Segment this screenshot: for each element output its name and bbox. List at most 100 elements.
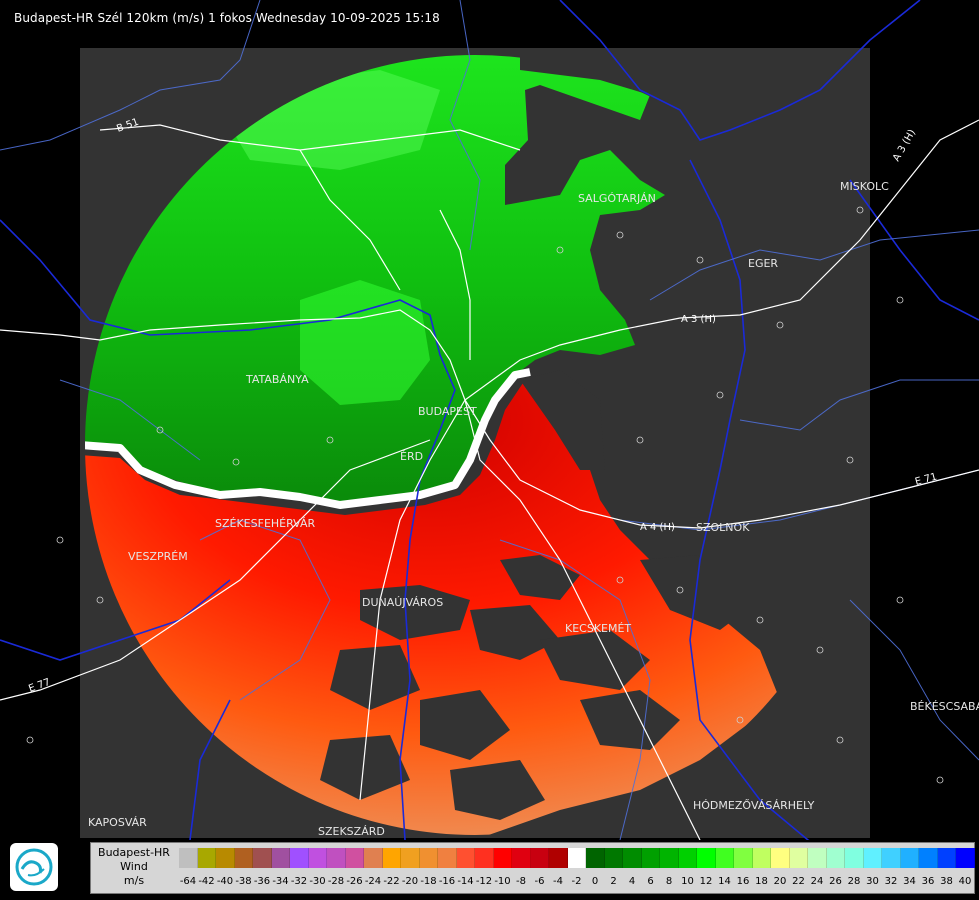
radar-map: BUDAPEST TATABÁNYA ÉRD SZÉKESFEHÉRVÁR VE…	[0, 0, 979, 840]
legend-swatch	[475, 848, 494, 868]
legend-tick-label: -34	[272, 876, 289, 887]
city-label-budapest: BUDAPEST	[418, 405, 477, 418]
legend-swatch	[530, 848, 549, 868]
legend-color-scale	[179, 848, 975, 868]
road-label-e77: E 77	[27, 677, 52, 695]
legend-swatch	[919, 848, 938, 868]
legend-tick-label: -16	[438, 876, 456, 887]
legend-tick-label: -10	[494, 876, 511, 887]
city-label-szekszard: SZEKSZÁRD	[318, 825, 385, 838]
legend-swatch	[364, 848, 383, 868]
legend-swatch	[549, 848, 568, 868]
city-label-kaposvar: KAPOSVÁR	[88, 816, 147, 829]
legend-tick-label: -26	[346, 876, 363, 887]
legend-tick-label: -40	[216, 876, 234, 887]
legend-tick-label: -64	[179, 876, 197, 887]
city-label-eger: EGER	[748, 257, 778, 270]
weather-service-logo-icon	[10, 843, 58, 891]
legend-swatch	[290, 848, 309, 868]
city-label-szolnok: SZOLNOK	[696, 521, 750, 534]
legend-tick-label: -8	[516, 876, 526, 887]
legend-tick-label: 38	[940, 876, 953, 887]
legend-swatch	[808, 848, 827, 868]
legend-swatch	[401, 848, 420, 868]
legend-tick-label: -30	[309, 876, 326, 887]
legend-tick-label: -24	[364, 876, 382, 887]
legend-tick-label: 10	[681, 876, 694, 887]
legend-swatch	[604, 848, 623, 868]
legend-tick-label: 30	[866, 876, 879, 887]
legend-swatch	[845, 848, 864, 868]
legend-tick-label: -4	[553, 876, 563, 887]
city-label-salgotarjan: SALGÓTARJÁN	[578, 192, 656, 205]
legend-tick-label: 18	[755, 876, 768, 887]
legend-swatch	[438, 848, 457, 868]
legend-tick-label: -18	[420, 876, 437, 887]
city-label-erd: ÉRD	[400, 450, 423, 463]
legend-tick-label: 12	[699, 876, 713, 887]
legend-swatch	[308, 848, 327, 868]
legend-swatch	[956, 848, 975, 868]
legend-swatch	[382, 848, 401, 868]
legend-label-radar: Budapest-HR	[98, 846, 170, 859]
legend-tick-label: -42	[198, 876, 215, 887]
legend-tick-label: -12	[475, 876, 493, 887]
legend-tick-label: -28	[327, 876, 345, 887]
legend-tick-label: 8	[665, 876, 673, 887]
legend-swatch	[882, 848, 901, 868]
legend-tick-label: 2	[610, 876, 617, 887]
legend-swatch	[567, 848, 586, 868]
legend-swatch	[752, 848, 771, 868]
legend-tick-label: -2	[571, 876, 582, 887]
legend-swatch	[234, 848, 253, 868]
legend-swatch	[826, 848, 845, 868]
legend-swatch	[863, 848, 882, 868]
legend-swatch	[179, 848, 198, 868]
city-label-dunaujvaros: DUNAÚJVÁROS	[362, 596, 443, 609]
legend-tick-label: 36	[921, 876, 935, 887]
legend-swatch	[900, 848, 919, 868]
legend-tick-label: -6	[534, 876, 545, 887]
legend-tick-label: 16	[736, 876, 750, 887]
legend-swatch	[345, 848, 364, 868]
legend-tick-label: -36	[253, 876, 271, 887]
city-label-veszprem: VESZPRÉM	[128, 550, 188, 563]
legend-swatch	[734, 848, 753, 868]
legend-label: Budapest-HR Wind m/s	[91, 846, 177, 888]
legend-tick-label: -20	[401, 876, 419, 887]
legend-tick-label: -22	[383, 876, 400, 887]
legend-tick-label: 32	[884, 876, 898, 887]
city-label-miskolc: MISKOLC	[840, 180, 889, 193]
legend-label-quantity: Wind	[120, 860, 148, 873]
legend-swatch	[641, 848, 660, 868]
legend-tick-label: 40	[958, 876, 972, 887]
legend-swatch	[327, 848, 346, 868]
legend-swatch	[512, 848, 531, 868]
legend-tick-label: -14	[457, 876, 474, 887]
legend-tick-label: 26	[829, 876, 842, 887]
legend-swatch	[493, 848, 512, 868]
legend-tick-label: 0	[591, 876, 599, 887]
city-label-szekesfehervar: SZÉKESFEHÉRVÁR	[215, 517, 316, 530]
legend-tick-label: 24	[810, 876, 824, 887]
legend-swatch	[789, 848, 808, 868]
legend: Budapest-HR Wind m/s -64 -42 -40 -38 -36 -34-…	[90, 842, 979, 894]
legend-tick-label: 20	[773, 876, 787, 887]
radar-product-title: Budapest-HR Szél 120km (m/s) 1 fokos Wed…	[14, 11, 440, 25]
legend-swatch	[271, 848, 290, 868]
city-label-tatabanya: TATABÁNYA	[245, 373, 309, 386]
legend-swatch	[586, 848, 605, 868]
legend-swatch	[197, 848, 216, 868]
legend-tick-label: -38	[235, 876, 252, 887]
legend-tick-label: 14	[718, 876, 731, 887]
legend-label-unit: m/s	[123, 874, 145, 887]
legend-swatch	[697, 848, 716, 868]
legend-swatch	[771, 848, 790, 868]
legend-tick-label: 22	[792, 876, 805, 887]
legend-tick-label: 4	[628, 876, 636, 887]
legend-swatch	[216, 848, 235, 868]
legend-tick-label: 6	[647, 876, 654, 887]
legend-swatch	[419, 848, 438, 868]
road-label-a3-ne: A 3 (H)	[891, 128, 918, 164]
legend-tick-label: 34	[903, 876, 916, 887]
